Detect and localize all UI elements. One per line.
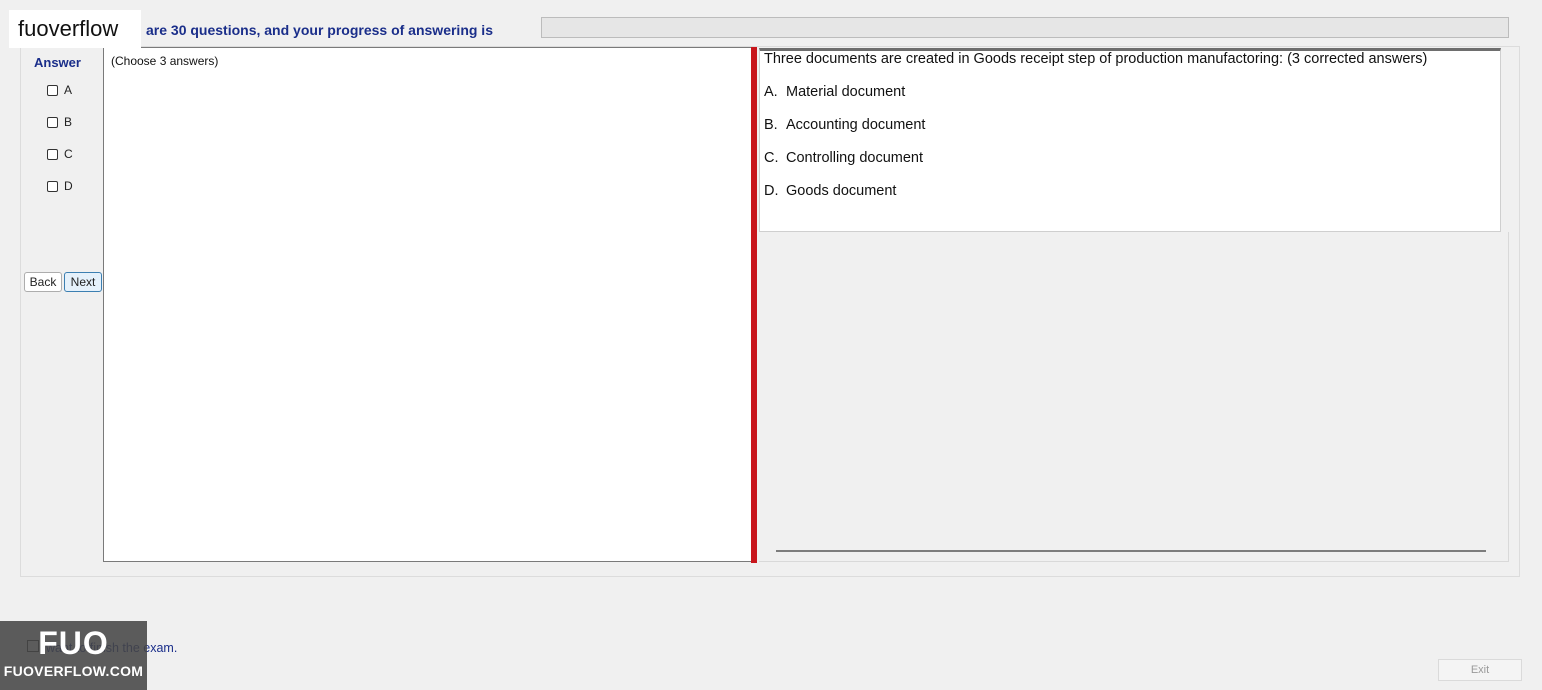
option-b-label: B [64, 115, 73, 129]
exit-button[interactable]: Exit [1438, 659, 1522, 681]
option-c-label: C [64, 147, 73, 161]
choose-instruction: (Choose 3 answers) [111, 54, 219, 68]
option-d-checkbox[interactable] [47, 180, 58, 192]
horizontal-scrollbar[interactable] [776, 550, 1486, 552]
progress-bar [541, 17, 1509, 38]
choice-text: Accounting document [786, 117, 926, 133]
next-button[interactable]: Next [64, 272, 102, 292]
choice-text: Controlling document [786, 150, 924, 166]
option-c-checkbox[interactable] [47, 148, 58, 160]
progress-caption: are 30 questions, and your progress of a… [146, 22, 493, 38]
watermark-logo: FUO FUOVERFLOW.COM [0, 621, 147, 690]
question-text: Three documents are created in Goods rec… [764, 51, 1428, 67]
back-button[interactable]: Back [24, 272, 62, 292]
watermark-logo-subtitle: FUOVERFLOW.COM [3, 663, 144, 679]
question-box [759, 48, 1501, 232]
option-a-label: A [64, 83, 73, 97]
choice-letter: A. [764, 84, 778, 100]
answer-title: Answer [34, 55, 81, 70]
panel-splitter[interactable] [751, 47, 757, 563]
option-d-label: D [64, 179, 73, 193]
question-choice-d: D. Goods document [764, 183, 896, 199]
choice-letter: C. [764, 150, 779, 166]
option-d[interactable]: D [47, 178, 73, 194]
answer-notes-area[interactable] [103, 47, 752, 562]
option-b[interactable]: B [47, 114, 72, 130]
option-a-checkbox[interactable] [47, 84, 58, 96]
choice-text: Goods document [786, 183, 897, 199]
choice-letter: B. [764, 117, 778, 133]
question-choice-a: A. Material document [764, 84, 905, 100]
choice-letter: D. [764, 183, 779, 199]
question-choice-c: C. Controlling document [764, 150, 923, 166]
choice-text: Material document [786, 84, 906, 100]
watermark-logo-title: FUO [38, 625, 109, 661]
option-a[interactable]: A [47, 82, 72, 98]
option-b-checkbox[interactable] [47, 116, 58, 128]
watermark-label: fuoverflow [9, 10, 141, 48]
question-lower-area [759, 232, 1509, 562]
option-c[interactable]: C [47, 146, 73, 162]
question-choice-b: B. Accounting document [764, 117, 925, 133]
